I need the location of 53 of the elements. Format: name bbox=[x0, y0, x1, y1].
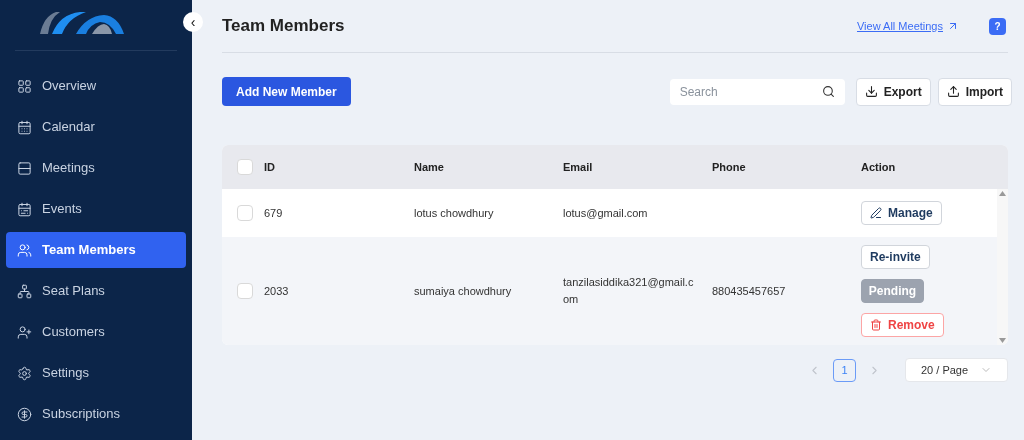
checkbox[interactable] bbox=[237, 159, 253, 175]
scroll-up-icon bbox=[999, 191, 1006, 196]
sidebar-item[interactable]: Events bbox=[6, 191, 186, 227]
table-cell-text: tanzilasiddika321@gmail.com bbox=[563, 275, 695, 307]
scroll-down-icon bbox=[999, 338, 1006, 343]
export-button[interactable]: Export bbox=[855, 77, 931, 106]
calendar-icon bbox=[17, 201, 32, 217]
settings-icon bbox=[17, 365, 32, 381]
table-cell-text: 679 bbox=[264, 205, 284, 221]
table-cell: 880435457657 bbox=[712, 284, 786, 297]
manage-button[interactable]: Manage bbox=[861, 201, 942, 225]
sidebar-item[interactable]: Customers bbox=[6, 314, 186, 350]
view-all-link[interactable]: View All Meetings bbox=[857, 17, 959, 35]
trash-icon bbox=[870, 319, 882, 331]
table-cell-text: sumaiya chowdhury bbox=[414, 283, 513, 299]
column-header: Action bbox=[861, 159, 897, 175]
action-button[interactable]: Re-invite bbox=[861, 245, 930, 269]
users-icon bbox=[17, 242, 32, 258]
column-header: Phone bbox=[712, 159, 747, 175]
checkbox[interactable] bbox=[237, 205, 253, 221]
import-button[interactable]: Import bbox=[937, 77, 1012, 106]
download-icon bbox=[864, 85, 878, 98]
grid-icon bbox=[17, 78, 32, 94]
page-size-select[interactable]: 20 / Page bbox=[905, 358, 1008, 382]
dollar-icon bbox=[17, 406, 32, 422]
remove-button[interactable]: Remove bbox=[861, 313, 944, 337]
column-header: Email bbox=[563, 159, 594, 175]
table-cell-text: lotus@gmail.com bbox=[563, 205, 649, 221]
sidebar-item[interactable]: Calendar bbox=[6, 109, 186, 145]
sidebar-item[interactable]: Settings bbox=[6, 355, 186, 391]
table-cell-text: 2033 bbox=[264, 283, 290, 299]
search-field[interactable]: Search bbox=[669, 78, 845, 105]
add-member-button[interactable]: Add New Member bbox=[222, 77, 351, 106]
sidebar-item[interactable]: Subscriptions bbox=[6, 396, 186, 432]
search-icon bbox=[821, 84, 835, 98]
sidebar-item[interactable]: Overview bbox=[6, 68, 186, 104]
sidebar-item[interactable]: Seat Plans bbox=[6, 273, 186, 309]
hierarchy-icon bbox=[17, 283, 32, 299]
upload-icon bbox=[946, 85, 960, 98]
sidebar-item[interactable]: Team Members bbox=[6, 232, 186, 268]
help-button[interactable]: ? bbox=[989, 17, 1006, 35]
calendar-icon bbox=[17, 119, 32, 135]
pen-icon bbox=[870, 207, 882, 219]
column-header: Name bbox=[414, 159, 445, 175]
add-user-icon bbox=[17, 324, 32, 340]
arrow-icon bbox=[947, 20, 959, 32]
collapse-button[interactable]: ‹ bbox=[183, 12, 203, 32]
column-header: ID bbox=[264, 159, 276, 175]
sidebar-item[interactable]: Meetings bbox=[6, 150, 186, 186]
table-cell-text: lotus chowdhury bbox=[414, 205, 495, 221]
page-title: Team Members bbox=[222, 15, 346, 38]
checkbox[interactable] bbox=[237, 283, 253, 299]
stack-icon bbox=[17, 160, 32, 176]
